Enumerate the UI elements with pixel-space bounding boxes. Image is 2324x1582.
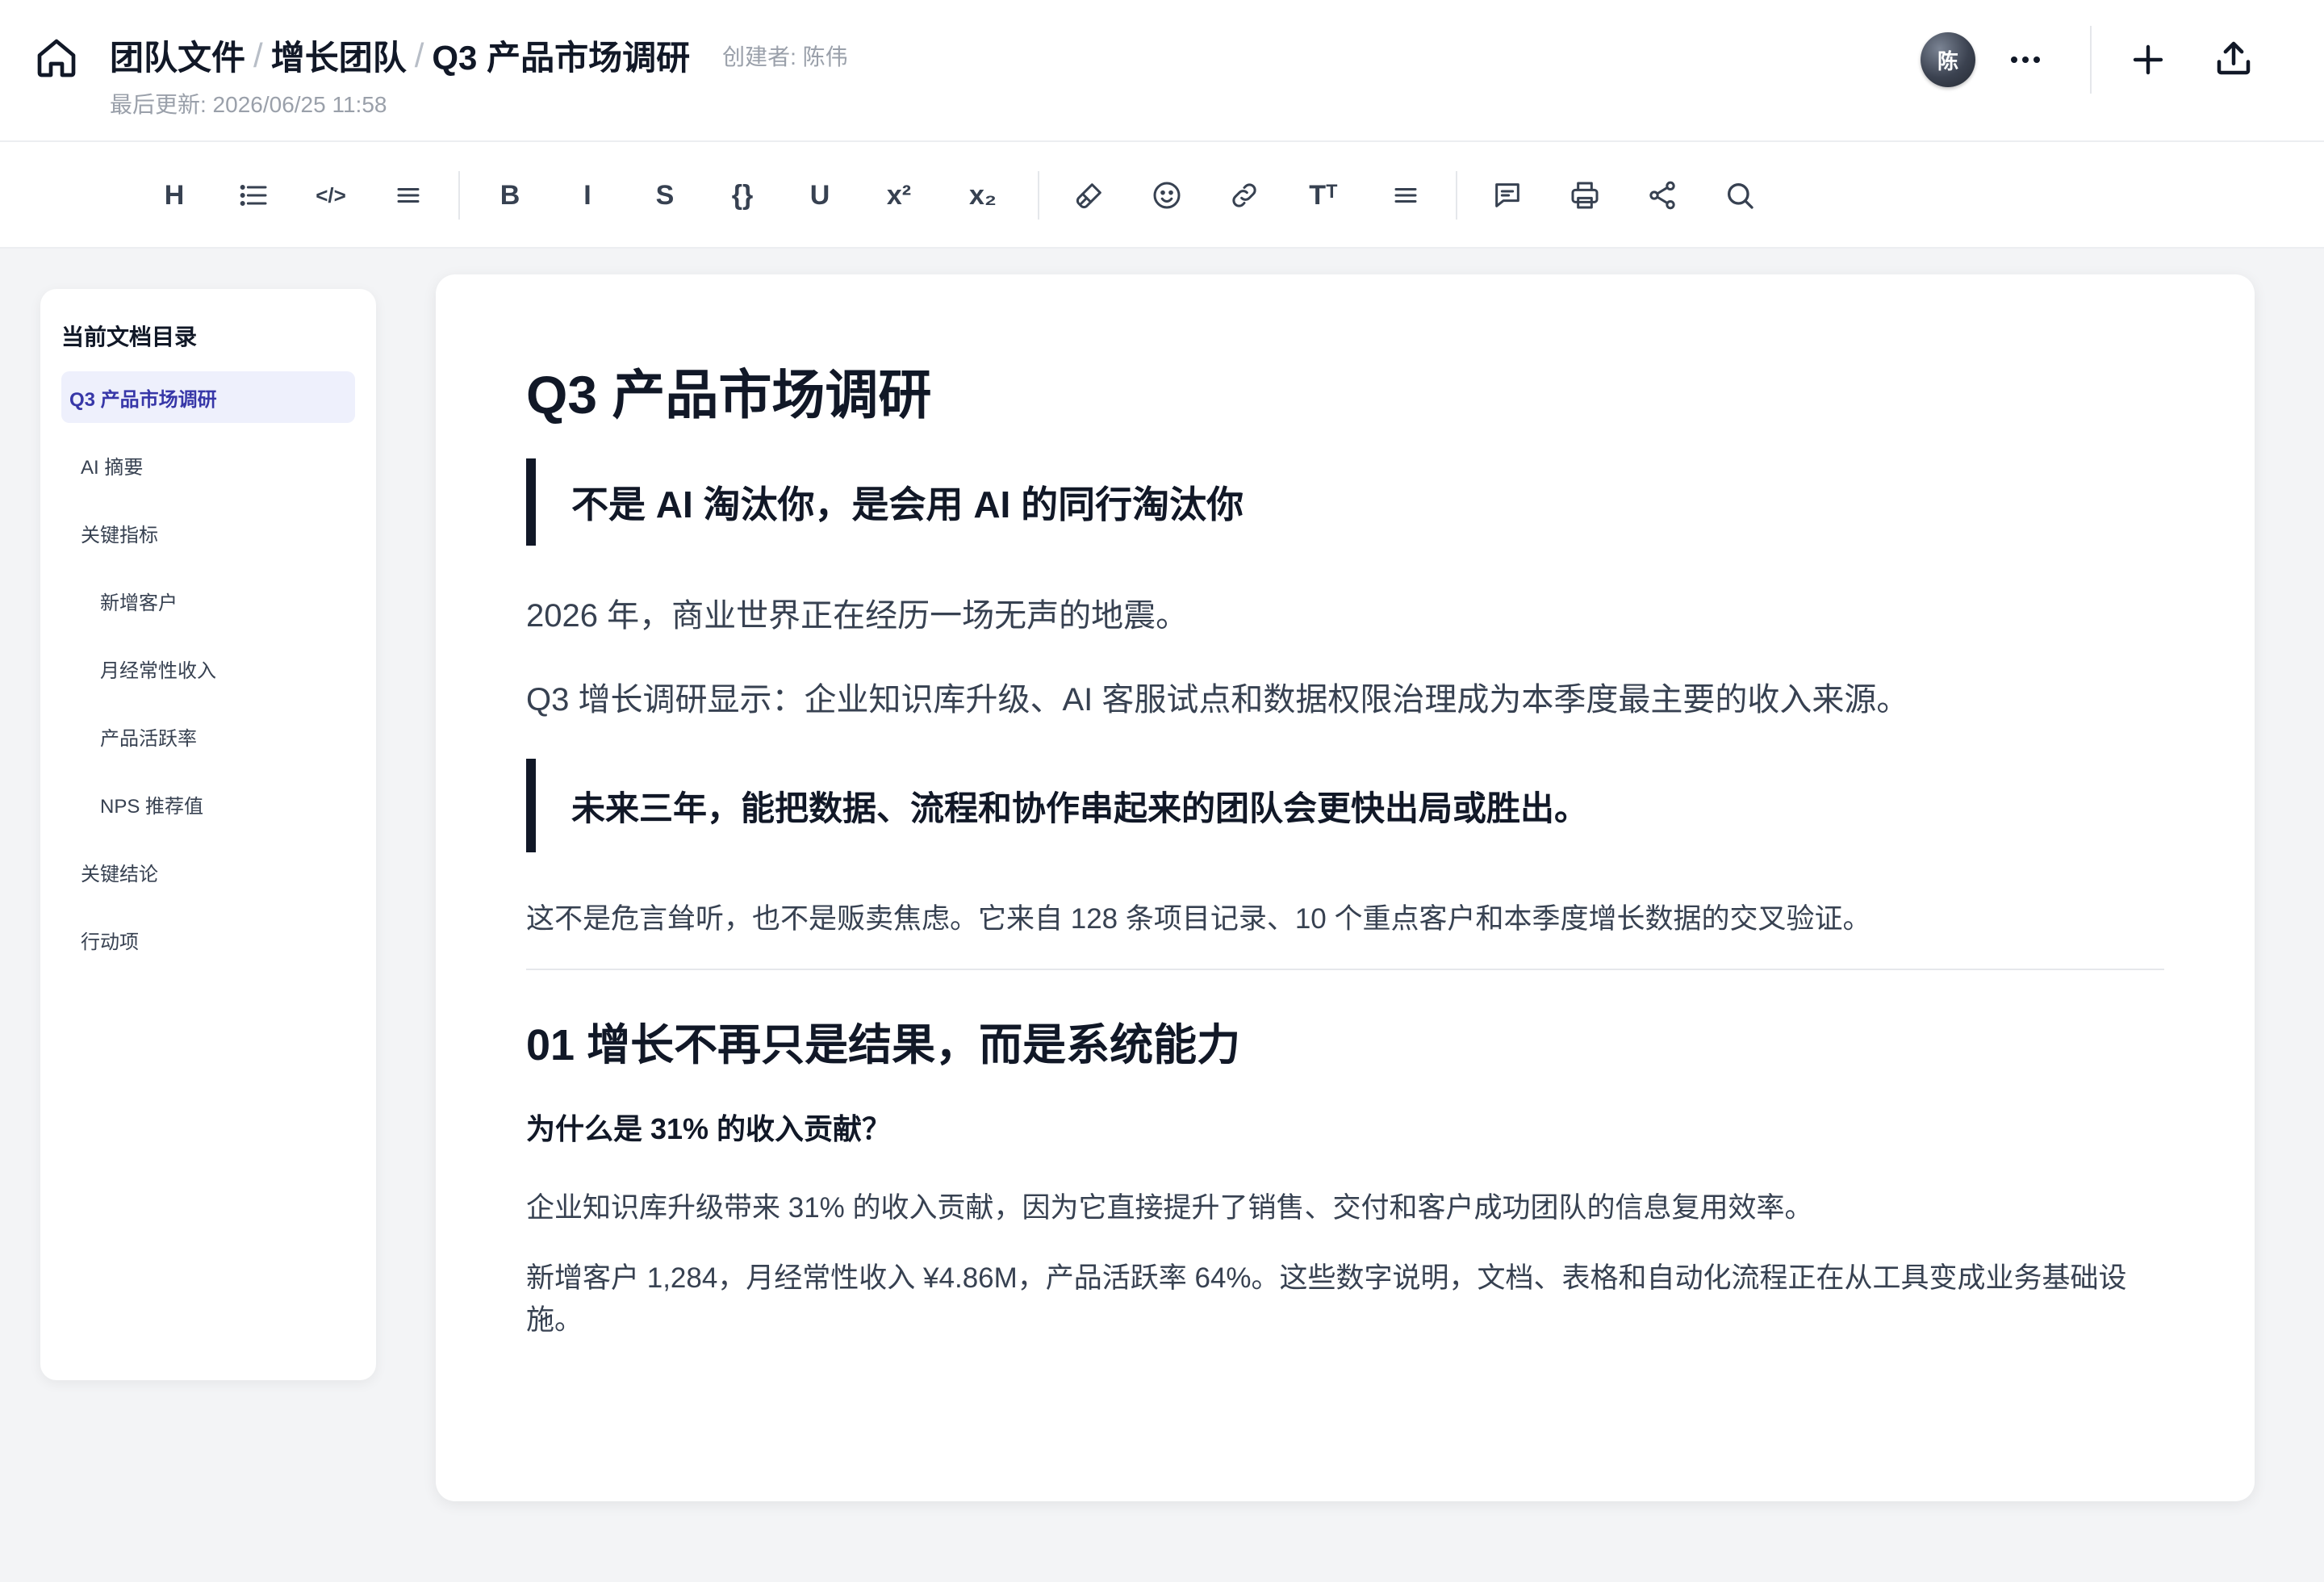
share-icon: [1649, 181, 1675, 210]
underline-button[interactable]: U: [797, 173, 842, 218]
toc-item-active-rate[interactable]: 产品活跃率: [61, 710, 355, 762]
breadcrumb-separator: /: [253, 36, 263, 74]
code-block-button[interactable]: {}: [720, 173, 765, 218]
format-painter-icon: [1076, 183, 1101, 209]
share-button[interactable]: [1640, 173, 1685, 218]
superscript-button[interactable]: x²: [876, 173, 922, 218]
code-button[interactable]: </>: [308, 173, 353, 218]
print-button[interactable]: [1562, 173, 1607, 218]
bold-button[interactable]: B: [487, 173, 533, 218]
breadcrumb-item-growth-team[interactable]: 增长团队: [271, 31, 407, 80]
bullet-list-icon: [240, 184, 267, 207]
toc-item-key-metrics[interactable]: 关键指标: [61, 507, 355, 559]
emoji-button[interactable]: [1144, 173, 1189, 218]
print-icon: [1571, 182, 1599, 209]
section-heading[interactable]: 01 增长不再只是结果，而是系统能力: [526, 1009, 1240, 1073]
toolbar-separator: [458, 171, 460, 220]
breadcrumb-item-team-files[interactable]: 团队文件: [110, 31, 245, 80]
toc-item-label: NPS 推荐值: [100, 795, 204, 818]
superscript-icon: x²: [886, 179, 912, 211]
strikethrough-button[interactable]: S: [642, 173, 688, 218]
blockquote[interactable]: 未来三年，能把数据、流程和协作串起来的团队会更快出局或胜出。: [526, 759, 1588, 852]
blockquote-text: 未来三年，能把数据、流程和协作串起来的团队会更快出局或胜出。: [571, 789, 1589, 827]
toc-sidebar: 当前文档目录 Q3 产品市场调研 AI 摘要 关键指标 新增客户 月经常性收入 …: [40, 289, 376, 1380]
align-button[interactable]: [386, 173, 431, 218]
more-align-button[interactable]: [1383, 173, 1428, 218]
search-icon: [1728, 183, 1753, 209]
toc-item-label: 月经常性收入: [100, 659, 216, 682]
subscript-icon: x₂: [968, 179, 997, 211]
toc-item-label: Q3 产品市场调研: [69, 388, 217, 411]
toc-title: 当前文档目录: [61, 324, 198, 349]
paragraph[interactable]: 企业知识库升级带来 31% 的收入贡献，因为它直接提升了销售、交付和客户成功团队…: [526, 1185, 1813, 1226]
breadcrumb-item-current-doc[interactable]: Q3 产品市场调研: [432, 31, 690, 80]
toc-item-nps[interactable]: NPS 推荐值: [61, 778, 355, 830]
toc-item-new-customers[interactable]: 新增客户: [61, 575, 355, 626]
italic-button[interactable]: I: [565, 173, 610, 218]
toolbar-separator: [1038, 171, 1039, 220]
format-painter-button[interactable]: [1067, 173, 1112, 218]
text-size-icon: Tᵀ: [1309, 179, 1338, 211]
horizontal-divider: [526, 969, 2164, 970]
emoji-icon: [1153, 182, 1181, 209]
home-button[interactable]: [32, 34, 81, 82]
toc-item-ai-summary[interactable]: AI 摘要: [61, 439, 355, 491]
paragraph[interactable]: 2026 年，商业世界正在经历一场无声的地震。: [526, 589, 1188, 636]
toc-item-label: 关键结论: [81, 863, 158, 885]
document-page: Q3 产品市场调研 不是 AI 淘汰你，是会用 AI 的同行淘汰你 2026 年…: [436, 274, 2255, 1501]
bullet-list-button[interactable]: [231, 173, 276, 218]
strikethrough-icon: S: [655, 179, 675, 211]
home-icon: [37, 39, 76, 77]
heading-icon: H: [164, 179, 185, 211]
last-updated-label: 最后更新: 2026/06/25 11:58: [110, 92, 387, 117]
upload-button[interactable]: [2209, 34, 2258, 82]
more-button[interactable]: [2001, 36, 2050, 84]
toolbar-separator: [1456, 171, 1457, 220]
toc-item-action-items[interactable]: 行动项: [61, 914, 355, 965]
toc-item-key-conclusions[interactable]: 关键结论: [61, 846, 355, 898]
bold-icon: B: [499, 179, 520, 211]
toc-item-q3-research[interactable]: Q3 产品市场调研: [61, 371, 355, 423]
paragraph[interactable]: 这不是危言耸听，也不是贩卖焦虑。它来自 128 条项目记录、10 个重点客户和本…: [526, 896, 1871, 937]
creator-label: 创建者: 陈伟: [722, 44, 848, 69]
heading-button[interactable]: H: [152, 173, 197, 218]
subscript-button[interactable]: x₂: [960, 173, 1005, 218]
document-title[interactable]: Q3 产品市场调研: [526, 352, 931, 429]
blockquote[interactable]: 不是 AI 淘汰你，是会用 AI 的同行淘汰你: [526, 458, 1244, 546]
toc-item-mrr[interactable]: 月经常性收入: [61, 642, 355, 694]
link-button[interactable]: [1222, 173, 1267, 218]
header-divider: [2090, 26, 2092, 94]
more-icon: [2011, 56, 2040, 63]
search-button[interactable]: [1717, 173, 1762, 218]
toc-item-label: 产品活跃率: [100, 727, 197, 750]
text-size-button[interactable]: Tᵀ: [1301, 173, 1346, 218]
comment-button[interactable]: [1485, 173, 1530, 218]
blockquote-text: 不是 AI 淘汰你，是会用 AI 的同行淘汰你: [571, 483, 1244, 525]
more-align-icon: [1394, 188, 1417, 203]
toc-item-label: AI 摘要: [81, 456, 144, 479]
paragraph[interactable]: Q3 增长调研显示：企业知识库升级、AI 客服试点和数据权限治理成为本季度最主要…: [526, 673, 1908, 720]
breadcrumb-separator: /: [414, 36, 424, 74]
formatting-toolbar: H </> B I S {} U x² x₂ Tᵀ: [0, 142, 2324, 249]
comment-icon: [1495, 183, 1519, 207]
plus-icon: [2133, 44, 2163, 75]
align-icon: [397, 188, 420, 203]
toc-item-label: 行动项: [81, 931, 139, 953]
add-button[interactable]: [2124, 36, 2172, 84]
breadcrumb: 团队文件 / 增长团队 / Q3 产品市场调研 创建者: 陈伟: [110, 31, 848, 80]
upload-icon: [2217, 41, 2251, 75]
paragraph[interactable]: 新增客户 1,284，月经常性收入 ¥4.86M，产品活跃率 64%。这些数字说…: [526, 1258, 2164, 1341]
sub-heading[interactable]: 为什么是 31% 的收入贡献？: [526, 1106, 891, 1148]
avatar[interactable]: 陈: [1921, 32, 1975, 87]
code-block-icon: {}: [731, 179, 754, 211]
italic-icon: I: [583, 179, 591, 211]
code-icon: </>: [316, 182, 346, 207]
underline-icon: U: [809, 179, 830, 211]
document-header: 团队文件 / 增长团队 / Q3 产品市场调研 创建者: 陈伟 最后更新: 20…: [0, 0, 2324, 142]
toc-item-label: 新增客户: [100, 592, 178, 614]
toc-item-label: 关键指标: [81, 524, 158, 546]
link-icon: [1232, 183, 1256, 207]
